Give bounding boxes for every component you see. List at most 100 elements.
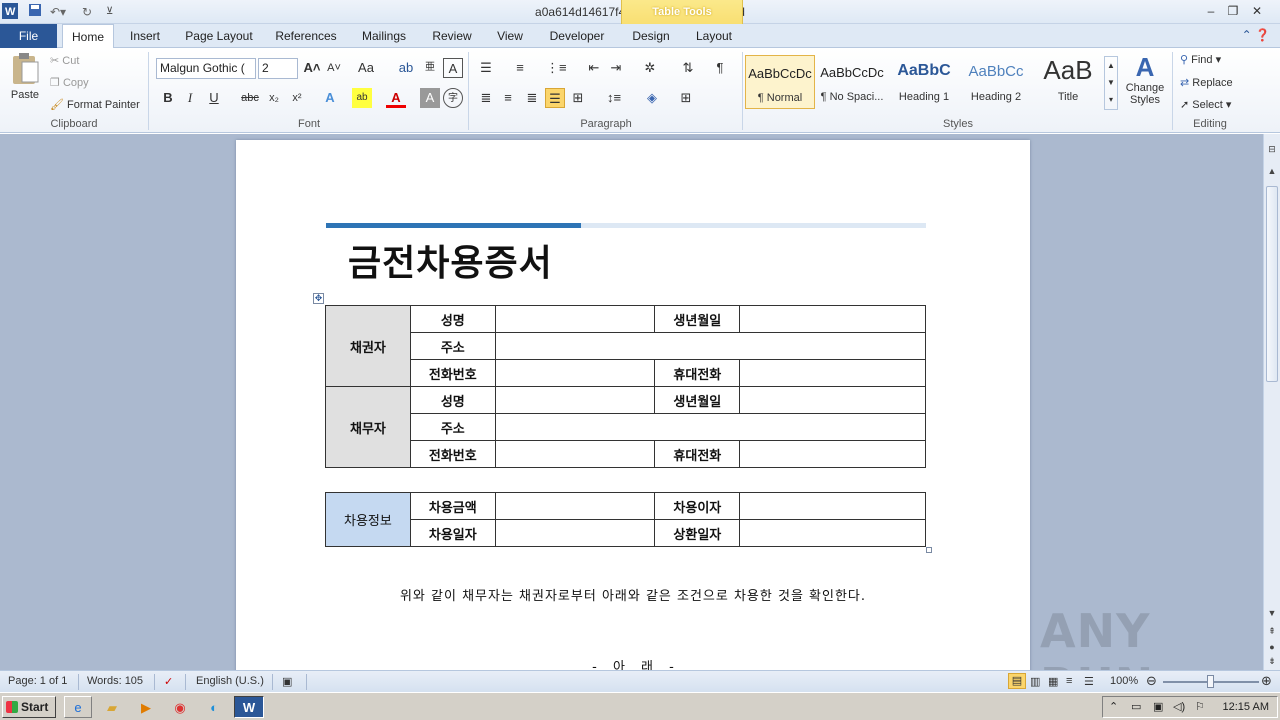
style-title[interactable]: AaB Title xyxy=(1033,55,1103,109)
find-button[interactable]: ⚲ Find ▾ xyxy=(1180,53,1221,66)
enclose-characters-icon[interactable]: 字 xyxy=(443,88,463,108)
align-center-icon[interactable]: ≡ xyxy=(498,88,518,108)
shading-icon[interactable]: ◈ xyxy=(642,88,662,108)
shrink-font-icon[interactable]: A˅ xyxy=(324,58,344,78)
style-heading-1[interactable]: AaBbC Heading 1 xyxy=(889,55,959,109)
change-case-icon[interactable]: Aa xyxy=(356,58,376,78)
full-screen-reading-icon[interactable]: ▥ xyxy=(1030,675,1040,688)
repay-date-cell[interactable] xyxy=(739,519,926,547)
creditor-address-cell[interactable] xyxy=(494,332,927,360)
italic-icon[interactable]: I xyxy=(180,88,200,108)
loan-interest-cell[interactable] xyxy=(739,492,926,520)
minimize-button[interactable]: – xyxy=(1203,3,1219,19)
close-button[interactable]: ✕ xyxy=(1249,3,1265,19)
distributed-icon[interactable]: ⊞ xyxy=(568,88,588,108)
superscript-icon[interactable]: x² xyxy=(287,88,307,108)
bold-icon[interactable]: B xyxy=(158,88,178,108)
document-page[interactable]: 금전차용증서 ✥ 채권자 성명 생년월일 주소 전화번호 휴대전화 채무자 성명… xyxy=(236,140,1030,670)
multilevel-list-icon[interactable]: ⋮≡ xyxy=(546,58,567,78)
underline-icon[interactable]: U xyxy=(204,88,224,108)
paste-button[interactable]: Paste xyxy=(6,52,44,112)
chrome-icon[interactable]: ◉ xyxy=(166,696,194,718)
clock[interactable]: 12:15 AM xyxy=(1223,701,1269,713)
copy-button[interactable]: ❐ Copy xyxy=(50,76,89,89)
table-move-handle[interactable]: ✥ xyxy=(313,293,324,304)
draft-icon[interactable]: ☰ xyxy=(1084,675,1094,688)
justify-icon[interactable]: ☰ xyxy=(545,88,565,108)
tab-mailings[interactable]: Mailings xyxy=(354,24,414,48)
creditor-mobile-cell[interactable] xyxy=(739,359,926,387)
strikethrough-icon[interactable]: abc xyxy=(240,88,260,108)
debtor-phone-cell[interactable] xyxy=(494,440,656,468)
select-button[interactable]: ➚ Select ▾ xyxy=(1180,98,1231,111)
grow-font-icon[interactable]: A˄ xyxy=(302,58,322,78)
font-size-box[interactable]: 2 xyxy=(258,58,298,79)
table-resize-handle[interactable] xyxy=(926,547,932,553)
tab-layout[interactable]: Layout xyxy=(690,24,738,48)
tab-references[interactable]: References xyxy=(270,24,342,48)
restore-button[interactable]: ❐ xyxy=(1225,3,1241,19)
document-area[interactable]: 금전차용증서 ✥ 채권자 성명 생년월일 주소 전화번호 휴대전화 채무자 성명… xyxy=(0,134,1263,670)
debtor-name-cell[interactable] xyxy=(494,386,656,414)
language[interactable]: English (U.S.) xyxy=(196,675,264,687)
align-right-icon[interactable]: ≣ xyxy=(522,88,542,108)
page-count[interactable]: Page: 1 of 1 xyxy=(8,675,67,687)
zoom-in-icon[interactable]: ⊕ xyxy=(1261,673,1272,689)
proofing-icon[interactable]: ✓ xyxy=(164,675,173,688)
debtor-address-cell[interactable] xyxy=(494,413,927,441)
styles-scroll[interactable]: ▲ ▼ ▾ xyxy=(1104,56,1118,110)
vertical-scrollbar[interactable]: ⊟ ▲ ▼ ⇞ ● ⇟ xyxy=(1263,134,1280,670)
change-styles-button[interactable]: A Change Styles xyxy=(1122,52,1168,106)
creditor-birth-cell[interactable] xyxy=(739,305,926,333)
clear-formatting-icon[interactable]: ab xyxy=(396,58,416,78)
tab-design[interactable]: Design xyxy=(626,24,676,48)
volume-icon[interactable]: ◁) xyxy=(1173,700,1185,713)
line-spacing-icon[interactable]: ↕≡ xyxy=(604,88,624,108)
show-formatting-icon[interactable]: ¶ xyxy=(710,58,730,78)
style-heading-2[interactable]: AaBbCc Heading 2 xyxy=(961,55,1031,109)
format-painter-button[interactable]: 🖌 Format Painter xyxy=(50,98,140,111)
edge-icon[interactable]: ◐ xyxy=(200,696,228,718)
font-color-icon[interactable]: A xyxy=(386,88,406,108)
web-layout-icon[interactable]: ▦ xyxy=(1048,675,1058,688)
subscript-icon[interactable]: x₂ xyxy=(264,88,284,108)
zoom-out-icon[interactable]: ⊖ xyxy=(1146,673,1157,689)
folder-icon[interactable]: ▰ xyxy=(98,696,126,718)
loan-date-cell[interactable] xyxy=(494,519,656,547)
bullets-icon[interactable]: ☰ xyxy=(476,58,496,78)
tab-home[interactable]: Home xyxy=(62,24,114,49)
style-normal[interactable]: AaBbCcDc ¶ Normal xyxy=(745,55,815,109)
replace-button[interactable]: ⇄ Replace xyxy=(1180,76,1233,89)
character-border-icon[interactable]: A xyxy=(443,58,463,78)
creditor-phone-cell[interactable] xyxy=(494,359,656,387)
tab-insert[interactable]: Insert xyxy=(122,24,168,48)
print-layout-icon[interactable]: ▤ xyxy=(1008,673,1026,689)
character-shading-icon[interactable]: A xyxy=(420,88,440,108)
tab-view[interactable]: View xyxy=(490,24,530,48)
loan-amount-cell[interactable] xyxy=(494,492,656,520)
highlight-icon[interactable]: ab xyxy=(352,88,372,108)
sort-icon[interactable]: ⇅ xyxy=(678,58,698,78)
asian-layout-icon[interactable]: ✲ xyxy=(640,58,660,78)
outline-icon[interactable]: ≡ xyxy=(1066,675,1072,687)
align-left-icon[interactable]: ≣ xyxy=(476,88,496,108)
tray-expand-icon[interactable]: ⌃ xyxy=(1109,700,1118,713)
font-name-box[interactable]: Malgun Gothic ( xyxy=(156,58,256,79)
style-no-spacing[interactable]: AaBbCcDc ¶ No Spaci... xyxy=(817,55,887,109)
creditor-name-cell[interactable] xyxy=(494,305,656,333)
word-count[interactable]: Words: 105 xyxy=(87,675,143,687)
tab-file[interactable]: File xyxy=(0,24,57,48)
tab-review[interactable]: Review xyxy=(426,24,478,48)
media-player-icon[interactable]: ▶ xyxy=(132,696,160,718)
scroll-thumb[interactable] xyxy=(1266,186,1278,382)
cut-button[interactable]: ✂ Cut xyxy=(50,54,79,67)
increase-indent-icon[interactable]: ⇥ xyxy=(606,58,626,78)
internet-explorer-icon[interactable]: e xyxy=(64,696,92,718)
text-effects-icon[interactable]: A xyxy=(320,88,340,108)
macro-record-icon[interactable]: ▣ xyxy=(282,675,292,688)
ribbon-minimize-icon[interactable]: ⌃ ❓ xyxy=(1242,28,1270,42)
word-taskbar-icon[interactable]: W xyxy=(234,696,264,718)
zoom-slider-thumb[interactable] xyxy=(1207,675,1214,688)
display-icon[interactable]: ▣ xyxy=(1153,700,1163,713)
borders-icon[interactable]: ⊞ xyxy=(676,88,696,108)
